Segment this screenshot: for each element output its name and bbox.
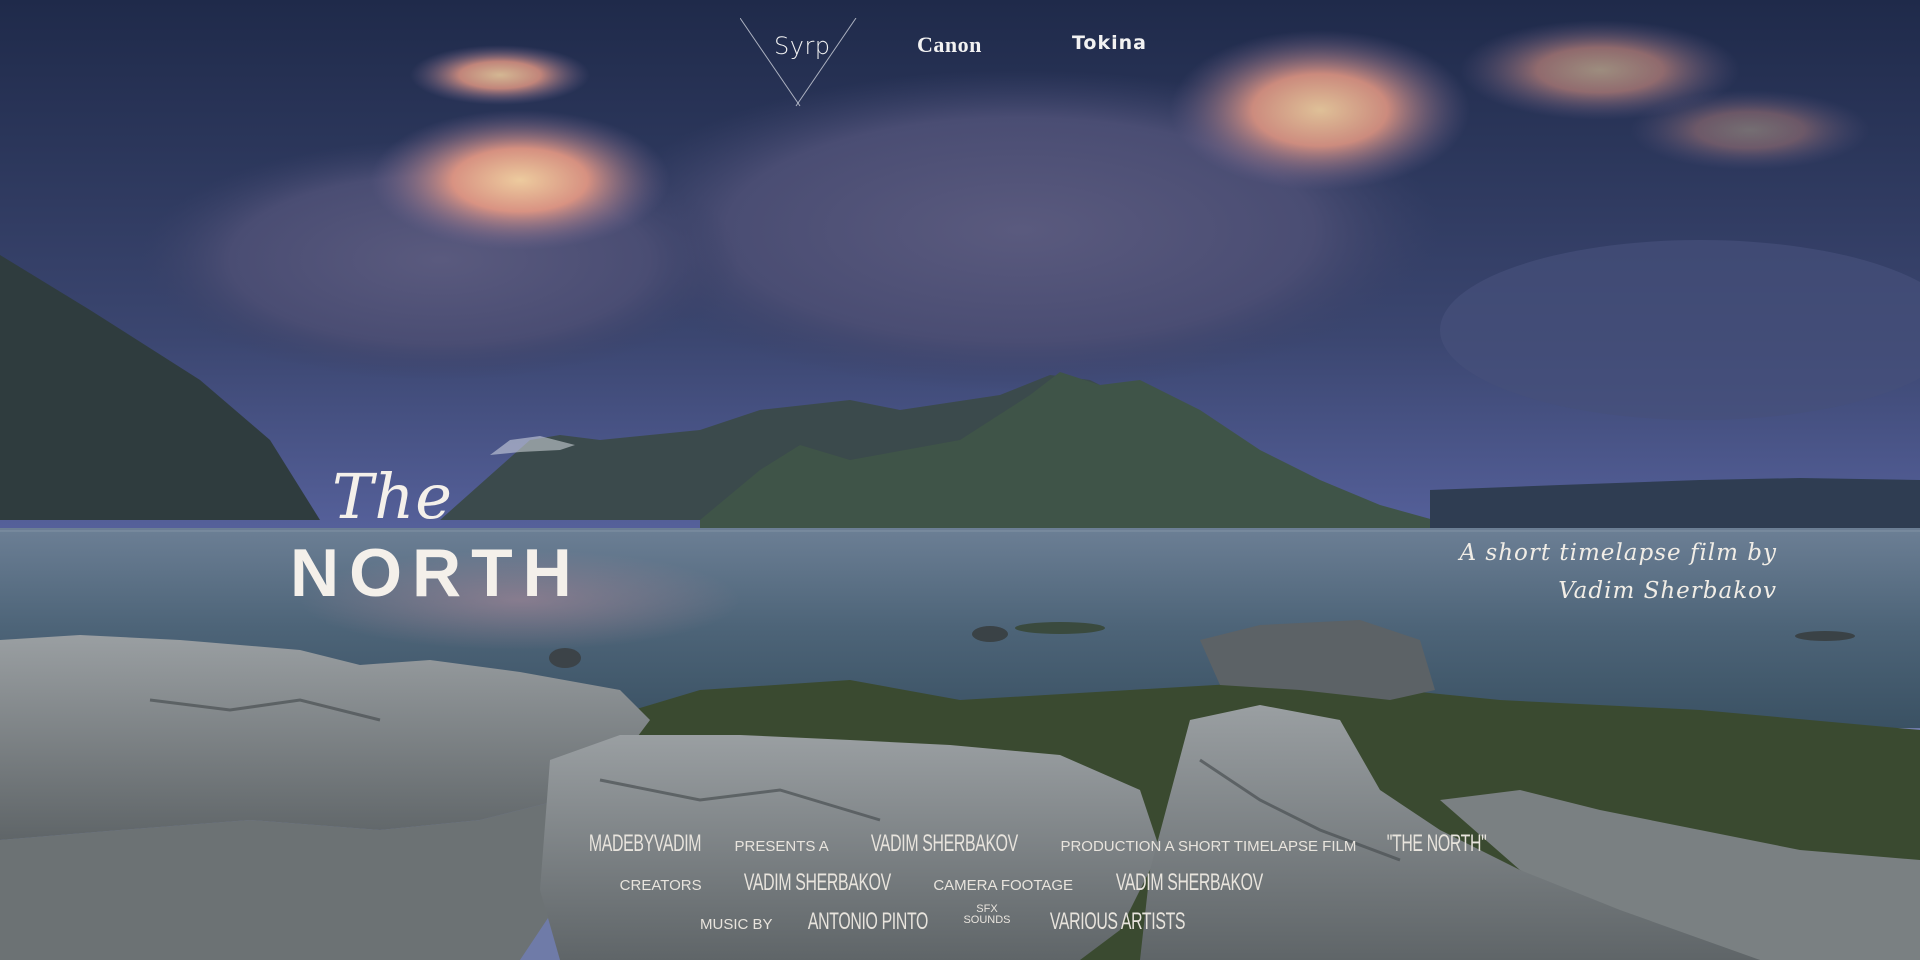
credit-music: ANTONIO PINTO [807,908,929,935]
credit-production: production a short timelapse film [1060,838,1357,855]
credit-presents: presents a [734,838,829,855]
credit-sfx-label: sfx sounds [963,904,1010,926]
credit-film-name: "THE NORTH" [1386,830,1487,857]
syrp-logo: Syrp [774,32,831,60]
credit-studio: MADEBYVADIM [588,830,702,857]
credit-sfx: VARIOUS ARTISTS [1049,908,1186,935]
credit-camera: VADIM SHERBAKOV [1115,869,1263,896]
title-line-the: The [332,460,453,533]
credit-director: VADIM SHERBAKOV [871,830,1019,857]
credit-creators: VADIM SHERBAKOV [743,869,892,896]
credits-block: MADEBYVADIM presents a VADIM SHERBAKOV p… [560,826,1487,943]
tokina-logo: Tokina [1072,32,1147,54]
title-line-north: NORTH [290,535,582,611]
sponsor-bar: Syrp Canon Tokina [0,18,1920,107]
credit-music-label: music by [700,916,773,933]
landscape-background [0,0,1920,960]
credits-row-2: creators VADIM SHERBAKOV camera footage … [560,865,1360,904]
credits-row-1: MADEBYVADIM presents a VADIM SHERBAKOV p… [560,826,1487,865]
canon-logo: Canon [917,32,982,57]
credit-sfx-label-2: sounds [963,914,1011,926]
byline-line-1: A short timelapse film by [1459,540,1777,566]
byline: A short timelapse film by Vadim Sherbako… [1357,534,1777,610]
credits-row-3: music by ANTONIO PINTO sfx sounds VARIOU… [560,904,1360,943]
byline-line-2: Vadim Sherbakov [1558,578,1777,604]
credit-creators-label: creators [619,877,702,894]
credit-camera-label: camera footage [933,877,1074,894]
